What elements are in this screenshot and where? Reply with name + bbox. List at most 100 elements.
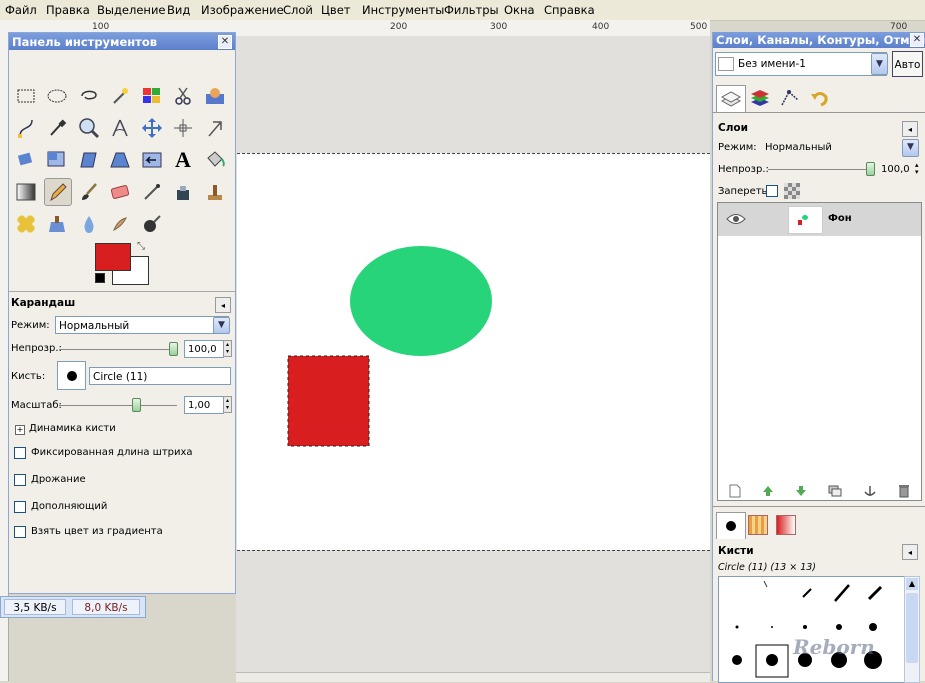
tab-brushes-icon[interactable] — [716, 512, 746, 539]
tool-options-menu-button[interactable]: ◂ — [215, 297, 231, 313]
layers-menu-button[interactable]: ◂ — [902, 121, 918, 137]
menu-layer[interactable]: Слой — [283, 3, 313, 17]
brush-dynamics-label[interactable]: Динамика кисти — [29, 423, 116, 434]
brushes-grid[interactable] — [718, 576, 905, 683]
incremental-checkbox[interactable] — [14, 501, 26, 513]
tab-gradients-icon[interactable] — [772, 512, 800, 538]
scale-slider-handle[interactable] — [132, 398, 141, 412]
lower-layer-icon[interactable] — [794, 484, 808, 498]
image-canvas[interactable] — [237, 153, 710, 550]
delete-layer-icon[interactable] — [897, 484, 911, 498]
dodge-burn-icon[interactable] — [139, 211, 165, 237]
layer-mode-dropdown[interactable]: ▼ — [902, 139, 919, 157]
layer-opacity-value[interactable]: 100,0 — [881, 164, 910, 175]
color-picker-icon[interactable] — [44, 115, 70, 141]
menu-help[interactable]: Справка — [544, 3, 595, 17]
raise-layer-icon[interactable] — [761, 484, 775, 498]
foreground-select-icon[interactable] — [202, 83, 228, 109]
perspective-icon[interactable] — [107, 147, 133, 173]
tab-layers-icon[interactable] — [716, 85, 746, 112]
image-select[interactable]: Без имени-1 — [715, 52, 887, 76]
menu-colors[interactable]: Цвет — [321, 3, 350, 17]
lasso-icon[interactable] — [76, 83, 102, 109]
ink-icon[interactable] — [170, 179, 196, 205]
toolbox-titlebar[interactable]: Панель инструментов ✕ — [9, 33, 235, 50]
heal-icon[interactable] — [13, 211, 39, 237]
foreground-color-swatch[interactable] — [95, 243, 131, 271]
perspective-clone-icon[interactable] — [44, 211, 70, 237]
opacity-slider-handle[interactable] — [169, 342, 178, 356]
toolbox-close-button[interactable]: ✕ — [218, 35, 232, 49]
scale-spin-button[interactable]: ▴ ▾ — [223, 396, 232, 413]
flip-icon[interactable] — [139, 147, 165, 173]
duplicate-layer-icon[interactable] — [828, 484, 842, 498]
menu-view[interactable]: Вид — [167, 3, 190, 17]
select-by-color-icon[interactable] — [139, 83, 165, 109]
anchor-layer-icon[interactable] — [863, 484, 877, 498]
smudge-icon[interactable] — [107, 211, 133, 237]
dock-close-button[interactable]: ✕ — [910, 33, 924, 47]
tab-paths-icon[interactable] — [776, 85, 804, 111]
scale-icon[interactable] — [44, 147, 70, 173]
default-colors-icon[interactable] — [95, 273, 105, 283]
mode-select[interactable]: Нормальный — [55, 316, 229, 334]
layer-opacity-spin[interactable]: ▴ ▾ — [915, 162, 919, 176]
rotate-icon[interactable] — [13, 147, 39, 173]
tab-patterns-icon[interactable] — [744, 512, 772, 538]
opacity-spin-button[interactable]: ▴ ▾ — [223, 340, 232, 357]
crop-icon[interactable] — [202, 115, 228, 141]
layer-opacity-track[interactable] — [768, 169, 872, 170]
clone-icon[interactable] — [202, 179, 228, 205]
blur-icon[interactable] — [76, 211, 102, 237]
tab-undo-icon[interactable] — [806, 85, 834, 111]
image-select-dropdown[interactable]: ▼ — [871, 53, 888, 75]
shear-icon[interactable] — [76, 147, 102, 173]
layers-list[interactable]: Фон — [717, 202, 922, 501]
scissors-icon[interactable] — [170, 83, 196, 109]
expand-icon[interactable]: + — [15, 425, 25, 435]
brush-name-field[interactable]: Circle (11) — [89, 367, 231, 385]
fuzzy-select-icon[interactable] — [107, 83, 133, 109]
menu-image[interactable]: Изображение — [201, 3, 284, 17]
menu-select[interactable]: Выделение — [97, 3, 166, 17]
rect-select-icon[interactable] — [13, 83, 39, 109]
fixed-stroke-checkbox[interactable] — [14, 447, 26, 459]
swap-colors-icon[interactable]: ⤡ — [137, 241, 145, 252]
menu-windows[interactable]: Окна — [504, 3, 535, 17]
airbrush-icon[interactable] — [139, 179, 165, 205]
brushes-scrollbar[interactable]: ▲ — [904, 576, 920, 683]
opacity-value-field[interactable]: 100,0 — [184, 340, 224, 358]
pencil-icon[interactable] — [44, 178, 72, 206]
menu-tools[interactable]: Инструменты — [362, 3, 444, 17]
tab-channels-icon[interactable] — [746, 85, 774, 111]
lock-alpha-icon[interactable] — [784, 183, 800, 199]
move-icon[interactable] — [139, 115, 165, 141]
menu-filters[interactable]: Фильтры — [444, 3, 499, 17]
zoom-icon[interactable] — [76, 115, 102, 141]
new-layer-icon[interactable] — [728, 484, 742, 498]
menu-edit[interactable]: Правка — [46, 3, 90, 17]
gradient-color-checkbox[interactable] — [14, 526, 26, 538]
scale-value-field[interactable]: 1,00 — [184, 396, 224, 414]
layer-mode-value[interactable]: Нормальный — [765, 142, 832, 153]
ellipse-select-icon[interactable] — [44, 83, 70, 109]
brush-preview-button[interactable] — [57, 361, 86, 390]
layer-row[interactable]: Фон — [718, 203, 921, 236]
opacity-slider-track[interactable] — [59, 349, 177, 350]
eye-icon[interactable] — [726, 212, 746, 229]
scale-slider-track[interactable] — [59, 405, 177, 406]
align-icon[interactable] — [170, 115, 196, 141]
text-icon[interactable]: A — [170, 147, 196, 173]
paths-icon[interactable] — [13, 115, 39, 141]
layer-opacity-handle[interactable] — [866, 162, 875, 176]
layer-name[interactable]: Фон — [828, 213, 852, 224]
auto-button[interactable]: Авто — [892, 51, 923, 77]
mode-dropdown-button[interactable]: ▼ — [213, 317, 230, 334]
brushes-menu-button[interactable]: ◂ — [902, 544, 918, 560]
eraser-icon[interactable] — [107, 179, 133, 205]
paintbrush-icon[interactable] — [76, 179, 102, 205]
blend-icon[interactable] — [13, 179, 39, 205]
jitter-checkbox[interactable] — [14, 474, 26, 486]
bucket-fill-icon[interactable] — [202, 147, 228, 173]
lock-pixels-checkbox[interactable] — [766, 185, 778, 197]
